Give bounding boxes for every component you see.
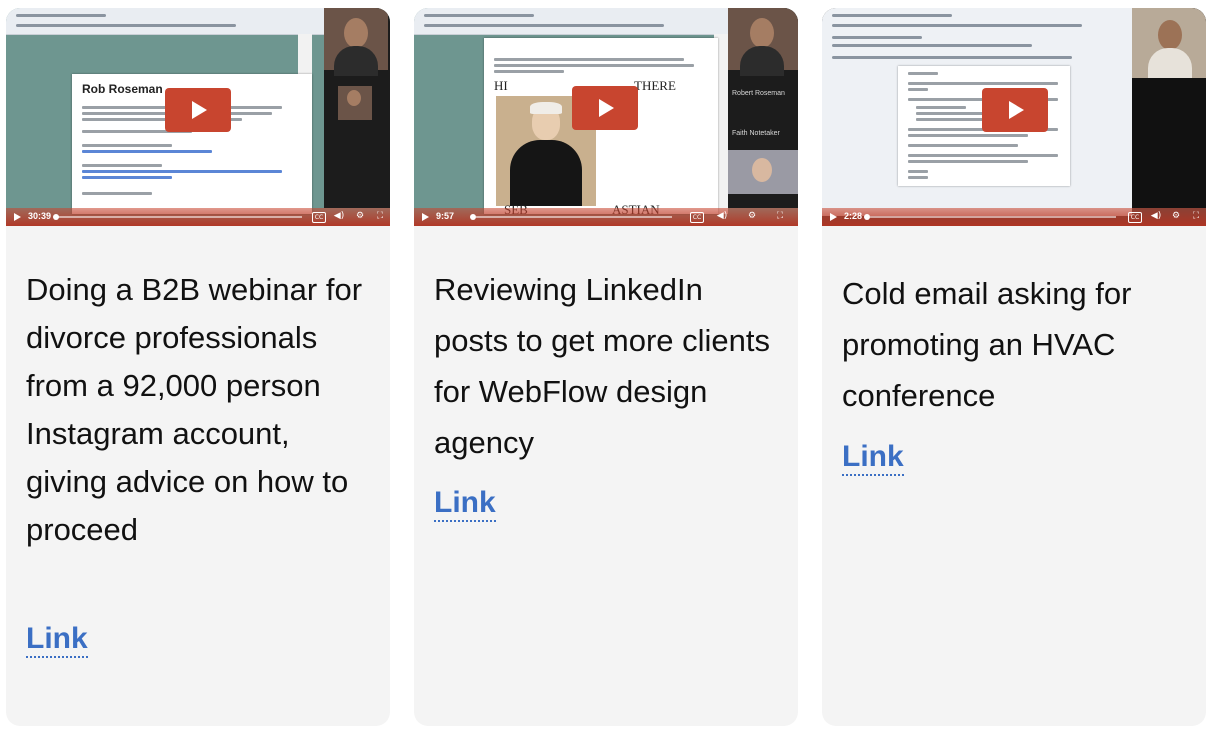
closed-captions-icon[interactable]: CC [1128, 212, 1142, 223]
settings-gear-icon[interactable]: ⚙ [1170, 211, 1182, 222]
video-thumbnail-toolbar [414, 8, 734, 35]
volume-icon[interactable]: ◀) [1150, 211, 1162, 222]
play-icon[interactable] [830, 213, 837, 221]
settings-gear-icon[interactable]: ⚙ [746, 211, 758, 222]
card-link[interactable]: Link [434, 486, 496, 522]
play-icon[interactable] [422, 213, 429, 221]
card-link[interactable]: Link [842, 440, 904, 476]
video-player[interactable]: HI THERE SEB ASTIAN Robert Roseman Faith… [414, 8, 798, 226]
settings-gear-icon[interactable]: ⚙ [354, 211, 366, 222]
fullscreen-icon[interactable]: ⛶ [374, 211, 386, 222]
progress-bar[interactable] [476, 216, 672, 218]
video-card: HI THERE SEB ASTIAN Robert Roseman Faith… [414, 8, 798, 726]
video-player[interactable]: 2:28 CC ◀) ⚙ ⛶ [822, 8, 1206, 226]
card-description: Cold email asking for promoting an HVAC … [842, 276, 1132, 413]
video-time: 9:57 [436, 211, 455, 221]
play-button[interactable] [982, 88, 1048, 132]
volume-icon[interactable]: ◀) [333, 211, 345, 222]
play-button[interactable] [165, 88, 231, 132]
video-control-bar: 2:28 CC ◀) ⚙ ⛶ [822, 208, 1206, 226]
video-player[interactable]: Rob Roseman 30:39 CC ◀) ⚙ ⛶ [6, 8, 390, 226]
volume-icon[interactable]: ◀) [716, 211, 728, 222]
card-link[interactable]: Link [26, 622, 88, 658]
play-button[interactable] [572, 86, 638, 130]
closed-captions-icon[interactable]: CC [312, 212, 326, 223]
video-control-bar: 9:57 CC ◀) ⚙ ⛶ [414, 208, 798, 226]
closed-captions-icon[interactable]: CC [690, 212, 704, 223]
fullscreen-icon[interactable]: ⛶ [774, 211, 786, 222]
video-card: Rob Roseman 30:39 CC ◀) ⚙ ⛶ Doing a B2B … [6, 8, 390, 726]
play-icon[interactable] [14, 213, 21, 221]
card-description: Reviewing LinkedIn posts to get more cli… [434, 272, 770, 460]
fullscreen-icon[interactable]: ⛶ [1190, 211, 1202, 222]
progress-bar[interactable] [58, 216, 302, 218]
video-thumbnail-webcam [1132, 8, 1206, 208]
video-thumbnail-toolbar [822, 8, 1132, 67]
video-time: 2:28 [844, 211, 863, 221]
card-description: Doing a B2B webinar for divorce professi… [26, 272, 363, 547]
video-thumbnail-toolbar [6, 8, 326, 35]
video-thumbnail-webcam: Robert Roseman Faith Notetaker [728, 8, 798, 208]
video-thumbnail-webcam [324, 8, 390, 208]
video-control-bar: 30:39 CC ◀) ⚙ ⛶ [6, 208, 390, 226]
video-time: 30:39 [28, 211, 52, 221]
video-card: 2:28 CC ◀) ⚙ ⛶ Cold email asking for pro… [822, 8, 1206, 726]
progress-bar[interactable] [870, 216, 1116, 218]
